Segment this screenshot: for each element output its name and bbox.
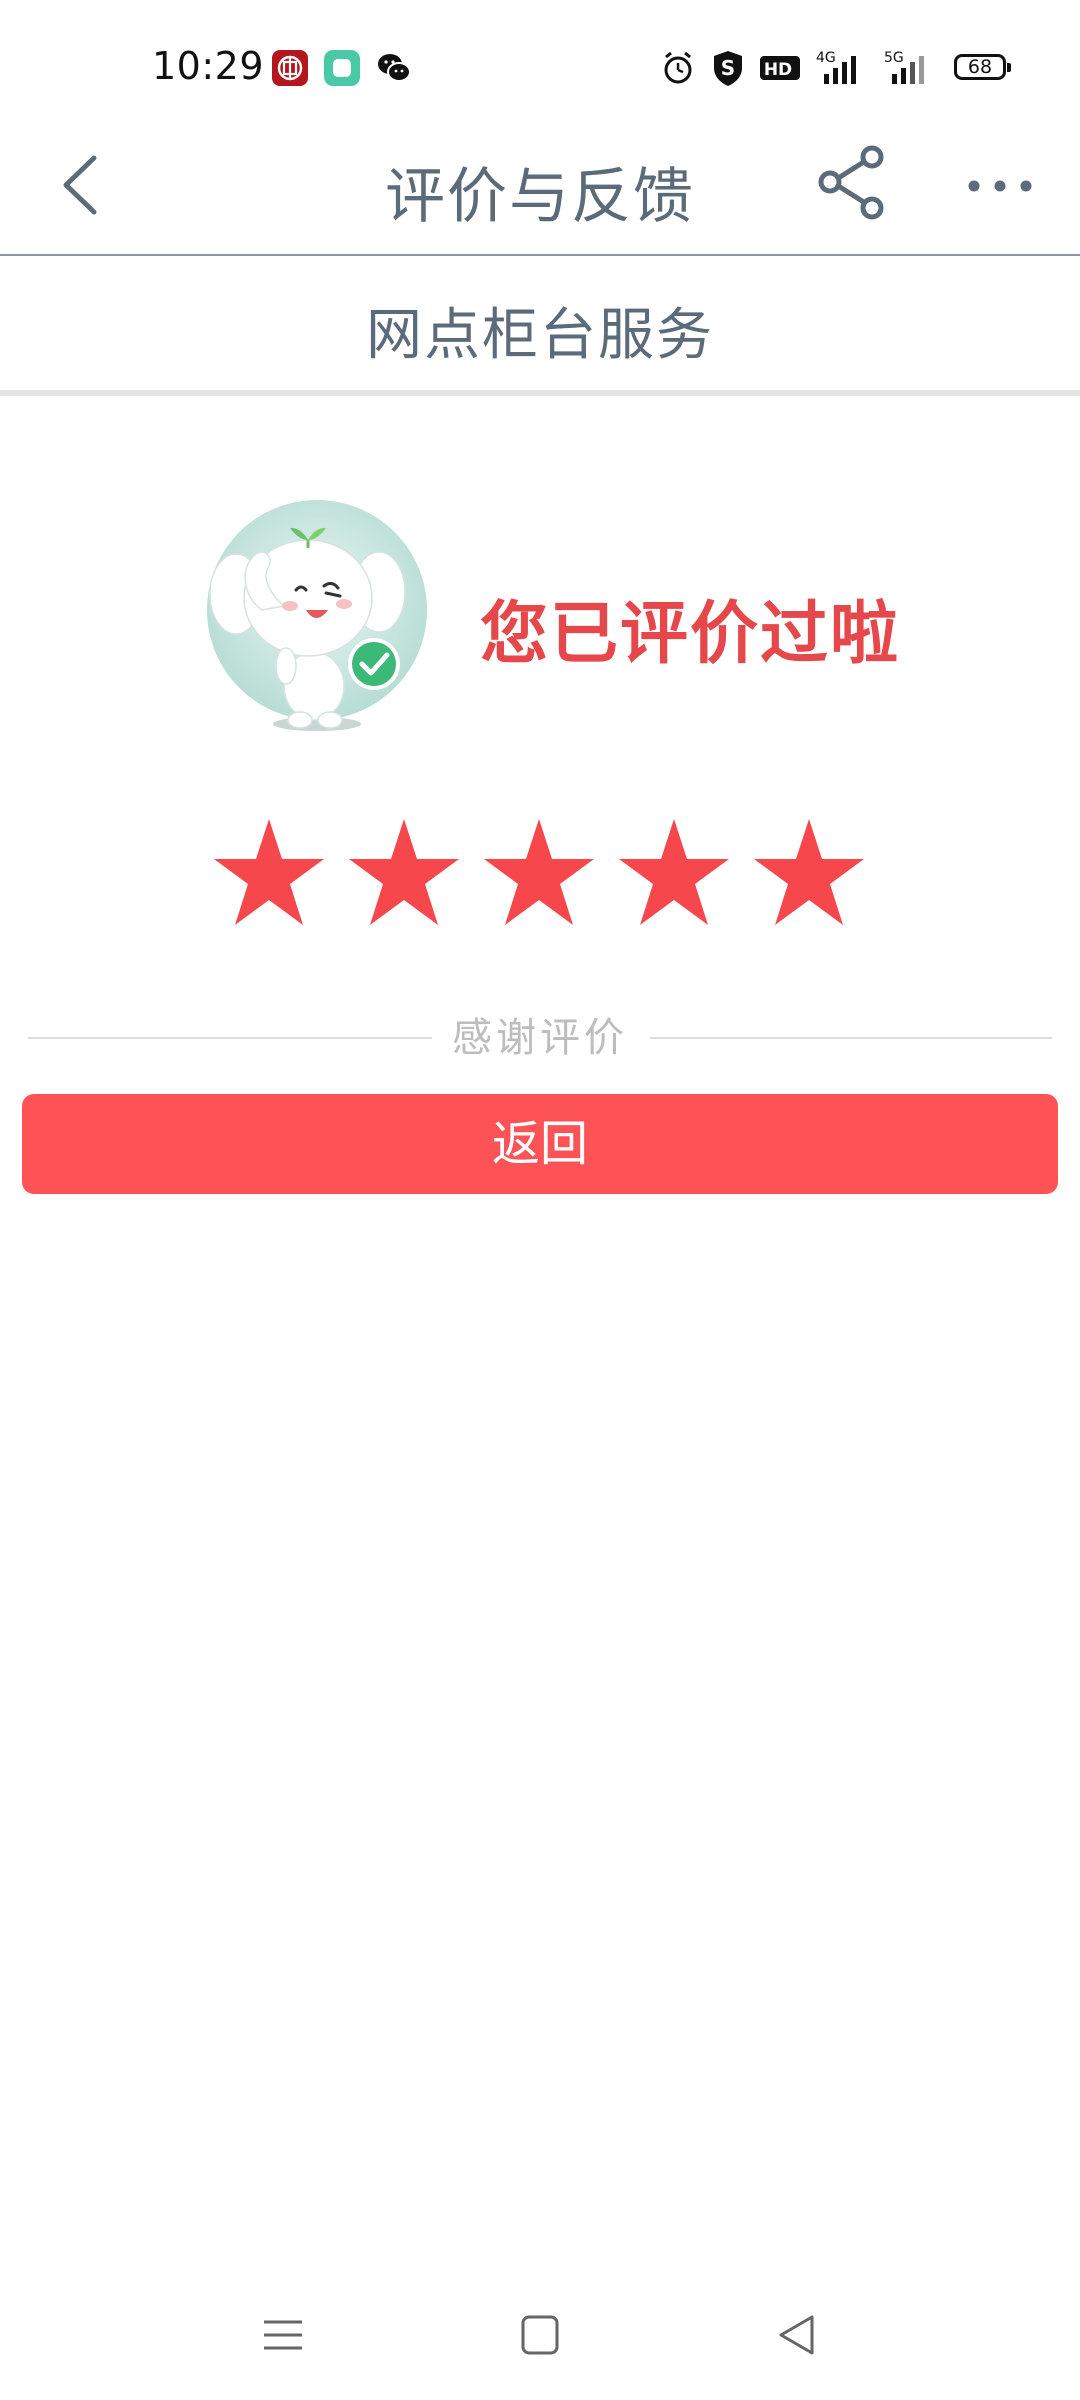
- service-header: 网点柜台服务: [0, 256, 1080, 396]
- icbc-app-icon: [272, 50, 308, 86]
- status-time: 10:29: [152, 44, 265, 88]
- hd-icon: HD: [760, 56, 800, 80]
- s-shield-icon: S: [714, 51, 742, 86]
- alarm-icon: [664, 51, 692, 84]
- menu-icon[interactable]: [248, 2300, 318, 2370]
- svg-text:S: S: [721, 56, 735, 80]
- already-rated-message: 您已评价过啦: [480, 595, 901, 674]
- title-bar: 评价与反馈: [0, 120, 1080, 256]
- back-triangle-icon[interactable]: [762, 2300, 832, 2370]
- svg-text:5G: 5G: [884, 50, 904, 66]
- svg-text:4G: 4G: [816, 50, 836, 66]
- wechat-icon: [378, 54, 411, 82]
- status-bar: 10:29 S HD 4G 5G 68: [0, 0, 1080, 120]
- return-button[interactable]: 返回: [22, 1094, 1058, 1194]
- service-title: 网点柜台服务: [366, 303, 714, 368]
- battery-icon: 68: [954, 54, 1011, 80]
- star-icon: [754, 819, 864, 925]
- battery-level: 68: [967, 56, 993, 78]
- system-nav-bar: [0, 2290, 1080, 2380]
- thanks-divider: 感谢评价: [28, 1010, 1052, 1066]
- elephant-mascot-image: [207, 500, 427, 731]
- home-square-icon[interactable]: [505, 2300, 575, 2370]
- green-app-icon: [324, 50, 360, 86]
- signal-5g-icon: 5G: [884, 50, 924, 84]
- star-icon: [349, 819, 459, 925]
- divider-line-right: [650, 1037, 1052, 1039]
- star-icon: [484, 819, 594, 925]
- more-dots-icon[interactable]: [962, 150, 1038, 220]
- share-icon[interactable]: [814, 144, 890, 224]
- signal-4g-icon: 4G: [816, 50, 856, 84]
- page-title: 评价与反馈: [385, 162, 695, 232]
- app-screen: 10:29 S HD 4G 5G 68 评价与反馈 网点柜台服务 您已评价过啦 …: [0, 0, 1080, 2400]
- svg-text:HD: HD: [764, 60, 792, 80]
- rating-stars: [210, 815, 880, 935]
- star-icon: [214, 819, 324, 925]
- star-icon: [619, 819, 729, 925]
